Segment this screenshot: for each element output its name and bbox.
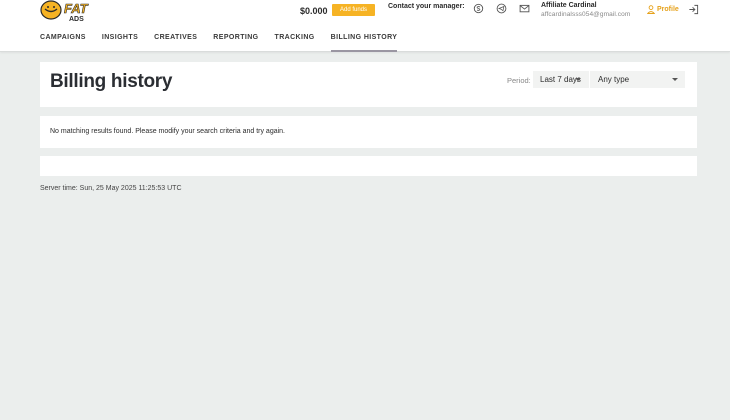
top-header: FAT ADS $0.000 Add funds Contact your ma… xyxy=(0,0,730,52)
page-title: Billing history xyxy=(50,71,173,92)
nav-creatives[interactable]: CREATIVES xyxy=(154,34,197,52)
user-email: affcardinalsss054@gmail.com xyxy=(541,11,631,18)
fatads-logo[interactable]: FAT ADS xyxy=(40,0,106,22)
nav-insights[interactable]: INSIGHTS xyxy=(102,34,138,52)
pagination-panel xyxy=(40,156,697,176)
period-select[interactable]: Last 7 days xyxy=(533,71,589,88)
nav-tracking[interactable]: TRACKING xyxy=(275,34,315,52)
logout-icon[interactable] xyxy=(688,4,699,15)
mail-icon[interactable] xyxy=(519,3,530,14)
nav-reporting[interactable]: REPORTING xyxy=(213,34,258,52)
account-balance: $0.000 xyxy=(300,6,328,16)
svg-text:FAT: FAT xyxy=(64,1,89,16)
profile-link[interactable]: Profile xyxy=(647,5,679,14)
server-time: Server time: Sun, 25 May 2025 11:25:53 U… xyxy=(40,185,182,192)
contact-manager-label: Contact your manager: xyxy=(388,3,465,10)
add-funds-button[interactable]: Add funds xyxy=(332,4,375,16)
nav-campaigns[interactable]: CAMPAIGNS xyxy=(40,34,86,52)
results-panel: No matching results found. Please modify… xyxy=(40,116,697,148)
nav-billing-history[interactable]: BILLING HISTORY xyxy=(330,34,398,52)
user-name: Affiliate Cardinal xyxy=(541,2,597,9)
chevron-down-icon xyxy=(575,78,581,81)
period-label: Period: xyxy=(507,76,531,85)
type-value: Any type xyxy=(598,75,630,84)
svg-text:ADS: ADS xyxy=(69,16,84,22)
main-nav: CAMPAIGNS INSIGHTS CREATIVES REPORTING T… xyxy=(40,34,398,52)
user-icon xyxy=(647,5,655,14)
chevron-down-icon xyxy=(672,78,678,81)
empty-results-message: No matching results found. Please modify… xyxy=(50,128,286,135)
profile-label: Profile xyxy=(657,6,679,13)
type-select[interactable]: Any type xyxy=(590,71,685,88)
title-panel: Billing history Period: Last 7 days Any … xyxy=(40,62,697,107)
skype-icon[interactable] xyxy=(473,3,484,14)
telegram-icon[interactable] xyxy=(496,3,507,14)
